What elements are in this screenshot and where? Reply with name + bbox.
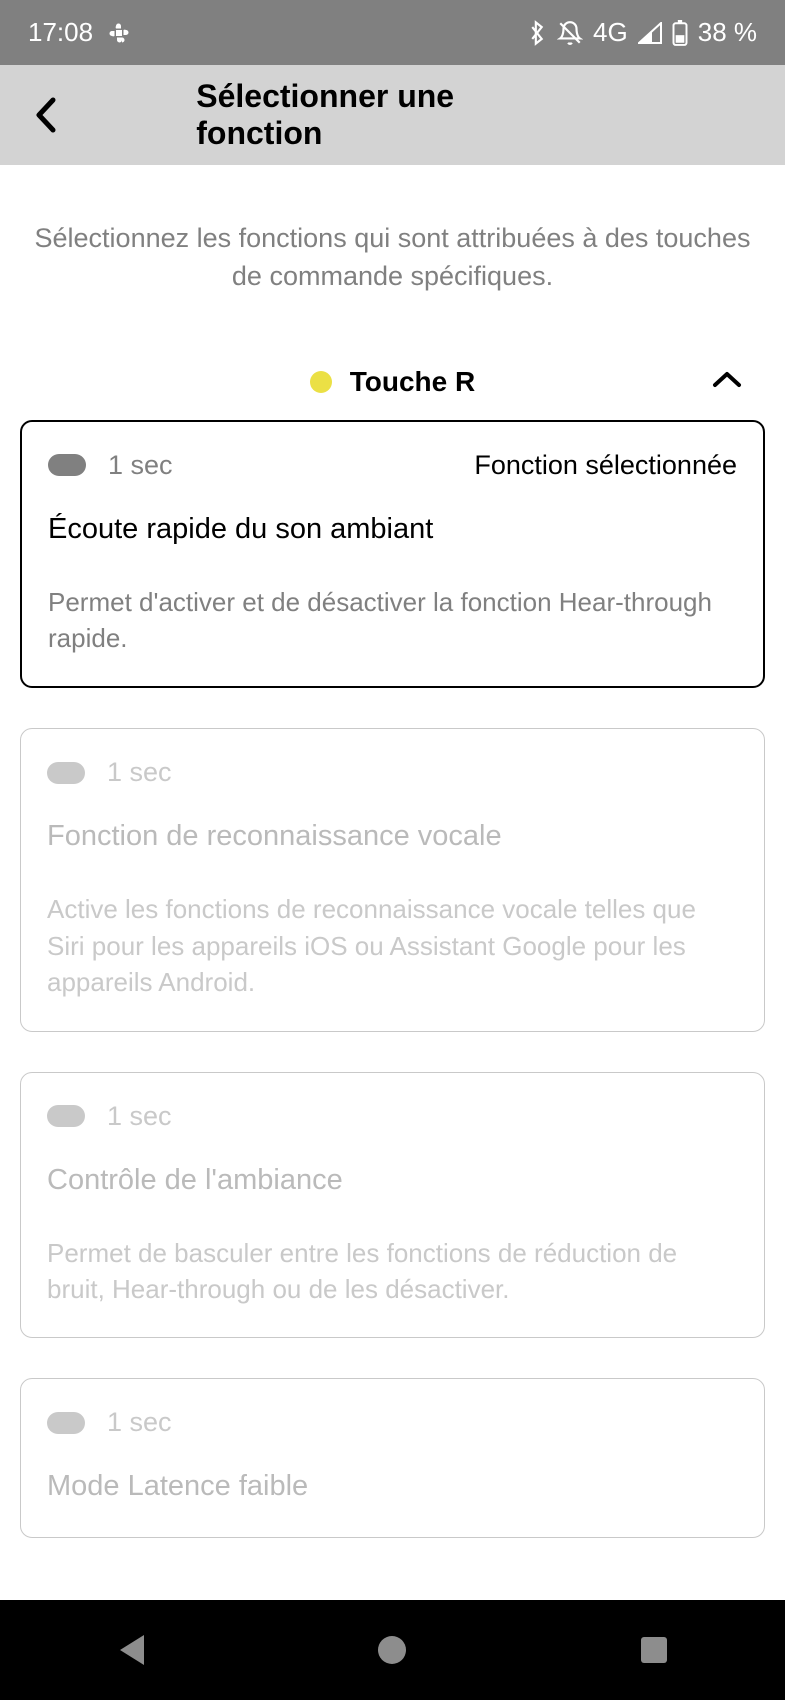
app-header: Sélectionner une fonction <box>0 65 785 165</box>
card-duration-group: 1 sec <box>48 450 173 481</box>
nav-back-button[interactable] <box>71 1620 191 1680</box>
back-button[interactable] <box>20 90 70 140</box>
status-left: 17:08 <box>28 17 131 48</box>
section-dot-icon <box>310 371 332 393</box>
function-description: Active les fonctions de reconnaissance v… <box>47 891 738 1000</box>
status-right: 4G 38 % <box>527 17 757 48</box>
card-duration-group: 1 sec <box>47 1101 172 1132</box>
section-header[interactable]: Touche R <box>20 356 765 420</box>
function-card[interactable]: 1 sec Fonction sélectionnée Écoute rapid… <box>20 420 765 689</box>
duration-pill-icon <box>47 762 85 784</box>
card-header: 1 sec <box>47 1101 738 1132</box>
slack-icon <box>107 21 131 45</box>
content-area: Sélectionnez les fonctions qui sont attr… <box>0 165 785 1538</box>
function-card[interactable]: 1 sec Fonction de reconnaissance vocale … <box>20 728 765 1031</box>
nav-home-icon <box>377 1635 407 1665</box>
card-header: 1 sec <box>47 1407 738 1438</box>
function-title: Mode Latence faible <box>47 1470 738 1503</box>
card-duration-group: 1 sec <box>47 1407 172 1438</box>
nav-recent-button[interactable] <box>594 1620 714 1680</box>
function-card[interactable]: 1 sec Mode Latence faible <box>20 1378 765 1538</box>
card-header: 1 sec Fonction sélectionnée <box>48 450 737 481</box>
function-title: Écoute rapide du son ambiant <box>48 513 737 546</box>
nav-back-icon <box>116 1633 146 1667</box>
function-description: Permet de basculer entre les fonctions d… <box>47 1235 738 1308</box>
system-nav-bar <box>0 1600 785 1700</box>
card-duration-group: 1 sec <box>47 757 172 788</box>
status-bar: 17:08 4G 38 % <box>0 0 785 65</box>
network-label: 4G <box>593 17 628 48</box>
selected-badge: Fonction sélectionnée <box>474 450 737 481</box>
function-description: Permet d'activer et de désactiver la fon… <box>48 584 737 657</box>
nav-recent-icon <box>640 1636 668 1664</box>
duration-label: 1 sec <box>107 1101 172 1132</box>
duration-pill-icon <box>48 454 86 476</box>
duration-label: 1 sec <box>108 450 173 481</box>
nav-home-button[interactable] <box>332 1620 452 1680</box>
duration-label: 1 sec <box>107 1407 172 1438</box>
page-title: Sélectionner une fonction <box>196 78 589 152</box>
function-title: Fonction de reconnaissance vocale <box>47 820 738 853</box>
section-title: Touche R <box>350 366 475 398</box>
function-card[interactable]: 1 sec Contrôle de l'ambiance Permet de b… <box>20 1072 765 1339</box>
function-title: Contrôle de l'ambiance <box>47 1164 738 1197</box>
bluetooth-icon <box>527 20 547 46</box>
battery-icon <box>672 20 688 46</box>
status-time: 17:08 <box>28 17 93 48</box>
duration-label: 1 sec <box>107 757 172 788</box>
intro-text: Sélectionnez les fonctions qui sont attr… <box>20 165 765 356</box>
chevron-left-icon <box>33 96 57 134</box>
signal-icon <box>638 22 662 44</box>
notifications-muted-icon <box>557 20 583 46</box>
duration-pill-icon <box>47 1105 85 1127</box>
chevron-up-icon <box>711 369 743 394</box>
card-header: 1 sec <box>47 757 738 788</box>
duration-pill-icon <box>47 1412 85 1434</box>
battery-label: 38 % <box>698 17 757 48</box>
